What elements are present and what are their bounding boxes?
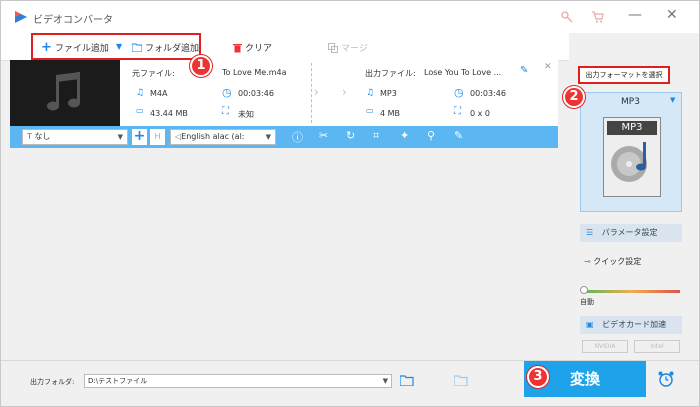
chevron-down-icon: ▼ (263, 130, 271, 144)
trash-icon (233, 43, 242, 52)
source-size: 43.44 MB (150, 109, 188, 118)
edit-toolbar: T なし ▼ + H ◁English alac (al: ▼ ⓘ ✂ ↻ ⌗ … (10, 126, 558, 148)
output-size: 4 MB (380, 109, 401, 118)
step-badge-2: 2 (563, 86, 585, 108)
folder-size-icon: ▭ (366, 106, 374, 115)
output-folder-input[interactable]: D:\テストファイル ▼ (84, 374, 392, 388)
clear-button[interactable]: クリア (233, 41, 272, 54)
clear-label: クリア (245, 44, 273, 54)
hardsub-icon[interactable]: H (150, 129, 165, 145)
chevron-down-icon: ▼ (382, 377, 388, 385)
alarm-clock-icon[interactable] (657, 370, 675, 388)
folder-icon[interactable] (454, 375, 468, 386)
clock-icon: ◷ (454, 86, 464, 99)
cart-icon[interactable] (591, 11, 604, 23)
music-note-icon (47, 72, 80, 111)
title-bar: ビデオコンバータ — ✕ (1, 1, 699, 33)
file-thumbnail (10, 60, 120, 126)
audio-track-value: English alac (al: (181, 132, 245, 141)
key-icon[interactable] (561, 11, 573, 23)
crop-icon[interactable]: ⌗ (373, 129, 379, 143)
merge-label: マージ (341, 44, 368, 54)
output-file-name: Lose You To Love ... (424, 68, 502, 77)
sliders-icon: ☰ (586, 228, 594, 237)
window-title: ビデオコンバータ (33, 15, 113, 26)
folder-size-icon: ▭ (136, 106, 144, 115)
gpu-acceleration-button[interactable]: ▣ ビデオカード加速 (580, 316, 682, 334)
source-duration: 00:03:46 (238, 89, 274, 98)
mp3-icon-label: MP3 (607, 121, 657, 135)
info-icon[interactable]: ⓘ (292, 129, 303, 145)
rotate-icon[interactable]: ↻ (346, 129, 355, 142)
subtitle-value: なし (34, 132, 51, 141)
parameter-settings-label: パラメータ設定 (601, 228, 658, 237)
quick-settings: ⊸ クイック設定 (584, 256, 641, 267)
output-folder-path: D:\テストファイル (88, 377, 148, 385)
watermark-icon[interactable]: ⚲ (427, 129, 435, 142)
source-file-name: To Love Me.m4a (222, 68, 287, 77)
add-subtitle-button[interactable]: + (132, 129, 147, 145)
quick-settings-label: クイック設定 (593, 257, 642, 266)
merge-button[interactable]: マージ (328, 41, 368, 54)
chevron-down-icon: ▼ (670, 96, 676, 104)
remove-file-icon[interactable]: ✕ (544, 62, 552, 72)
subtitle-edit-icon[interactable]: ✎ (454, 129, 463, 142)
clock-icon: ◷ (222, 86, 232, 99)
audio-file-icon: ♫ (136, 88, 145, 98)
step-badge-3: 3 (527, 366, 549, 388)
close-button[interactable]: ✕ (666, 7, 678, 23)
output-format: MP3 (380, 89, 397, 98)
audio-file-icon: ♫ (366, 88, 375, 98)
open-folder-icon[interactable] (400, 375, 414, 386)
source-file-label: 元ファイル: (132, 69, 175, 78)
output-duration: 00:03:46 (470, 89, 506, 98)
format-selector[interactable]: MP3 ▼ MP3 (580, 92, 682, 212)
app-logo-icon (15, 11, 27, 23)
quality-slider-handle[interactable] (580, 286, 588, 294)
cut-icon[interactable]: ✂ (319, 129, 328, 142)
parameter-settings-button[interactable]: ☰ パラメータ設定 (580, 224, 682, 242)
chevron-right-icon: › (342, 85, 347, 99)
file-info-panel: 元ファイル: To Love Me.m4a ♫ M4A ◷ 00:03:46 ▭… (120, 60, 558, 126)
format-name: MP3 (621, 97, 640, 107)
nvidia-badge: NVIDIA (582, 340, 628, 353)
auto-label: 自動 (580, 298, 594, 306)
step-badge-1: 1 (190, 55, 212, 77)
chevron-down-icon: ▼ (117, 133, 123, 141)
highlight-box-add-buttons (31, 33, 201, 60)
quality-slider-track[interactable] (584, 290, 680, 293)
mp3-format-icon: MP3 (603, 117, 661, 197)
output-file-label: 出力ファイル: (365, 69, 416, 78)
output-resolution: 0 x 0 (470, 109, 490, 118)
convert-label: 変換 (569, 370, 600, 388)
subtitle-select[interactable]: T なし ▼ (22, 129, 128, 145)
disc-icon (611, 142, 647, 182)
resolution-icon: ⛶ (454, 106, 461, 117)
chip-icon: ▣ (586, 320, 594, 329)
audio-track-select[interactable]: ◁English alac (al: ▼ (170, 129, 276, 145)
source-resolution: 未知 (238, 110, 254, 119)
chevron-right-icon: › (314, 85, 319, 99)
minimize-button[interactable]: — (628, 7, 642, 23)
edit-icon[interactable]: ✎ (520, 65, 528, 76)
file-list-area (10, 148, 558, 358)
resolution-icon: ⛶ (222, 106, 229, 117)
output-folder-label: 出力フォルダ: (30, 378, 75, 386)
divider (311, 63, 312, 123)
effect-wand-icon[interactable]: ✦ (400, 129, 409, 142)
intel-badge: Intel (634, 340, 680, 353)
sliders-icon: ⊸ (584, 257, 591, 266)
merge-icon (328, 42, 338, 53)
source-format: M4A (150, 89, 168, 98)
select-output-format-label: 出力フォーマットを選択 (578, 66, 670, 84)
gpu-acceleration-label: ビデオカード加速 (602, 320, 667, 329)
